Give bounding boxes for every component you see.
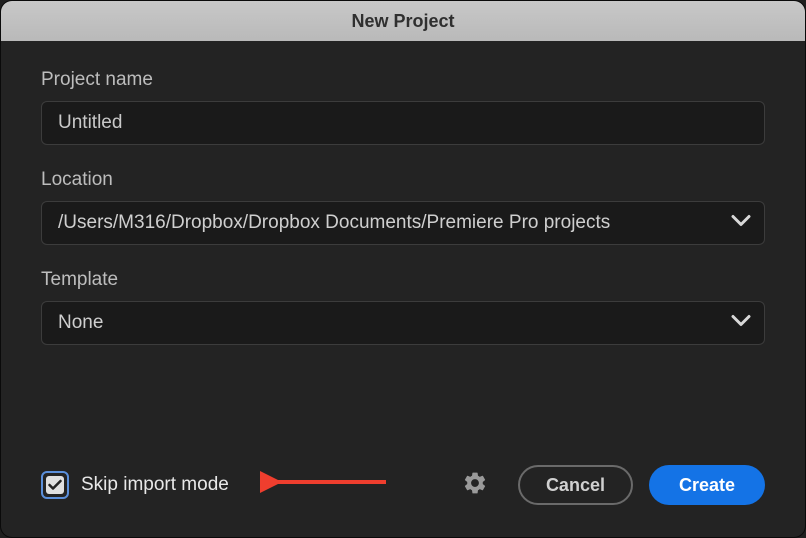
checkbox-box — [41, 471, 69, 499]
template-dropdown[interactable]: None — [41, 301, 765, 345]
checkmark-icon — [46, 476, 64, 494]
location-dropdown[interactable]: /Users/M316/Dropbox/Dropbox Documents/Pr… — [41, 201, 765, 245]
template-value: None — [58, 312, 103, 334]
new-project-dialog: New Project Project name Location /Users… — [0, 0, 806, 538]
skip-import-checkbox[interactable]: Skip import mode — [41, 471, 229, 499]
dialog-footer: Skip import mode Cancel Create — [1, 465, 805, 537]
template-group: Template None — [41, 269, 765, 345]
project-name-group: Project name — [41, 69, 765, 145]
template-label: Template — [41, 269, 765, 291]
location-label: Location — [41, 169, 765, 191]
gear-icon — [462, 470, 488, 501]
dialog-title: New Project — [351, 11, 454, 32]
project-name-label: Project name — [41, 69, 765, 91]
cancel-button[interactable]: Cancel — [518, 465, 633, 505]
skip-import-label: Skip import mode — [81, 474, 229, 496]
location-group: Location /Users/M316/Dropbox/Dropbox Doc… — [41, 169, 765, 245]
dialog-content: Project name Location /Users/M316/Dropbo… — [1, 41, 805, 465]
settings-button[interactable] — [460, 470, 490, 500]
dialog-titlebar: New Project — [1, 1, 805, 41]
location-value: /Users/M316/Dropbox/Dropbox Documents/Pr… — [58, 212, 610, 234]
create-button[interactable]: Create — [649, 465, 765, 505]
project-name-input[interactable] — [41, 101, 765, 145]
